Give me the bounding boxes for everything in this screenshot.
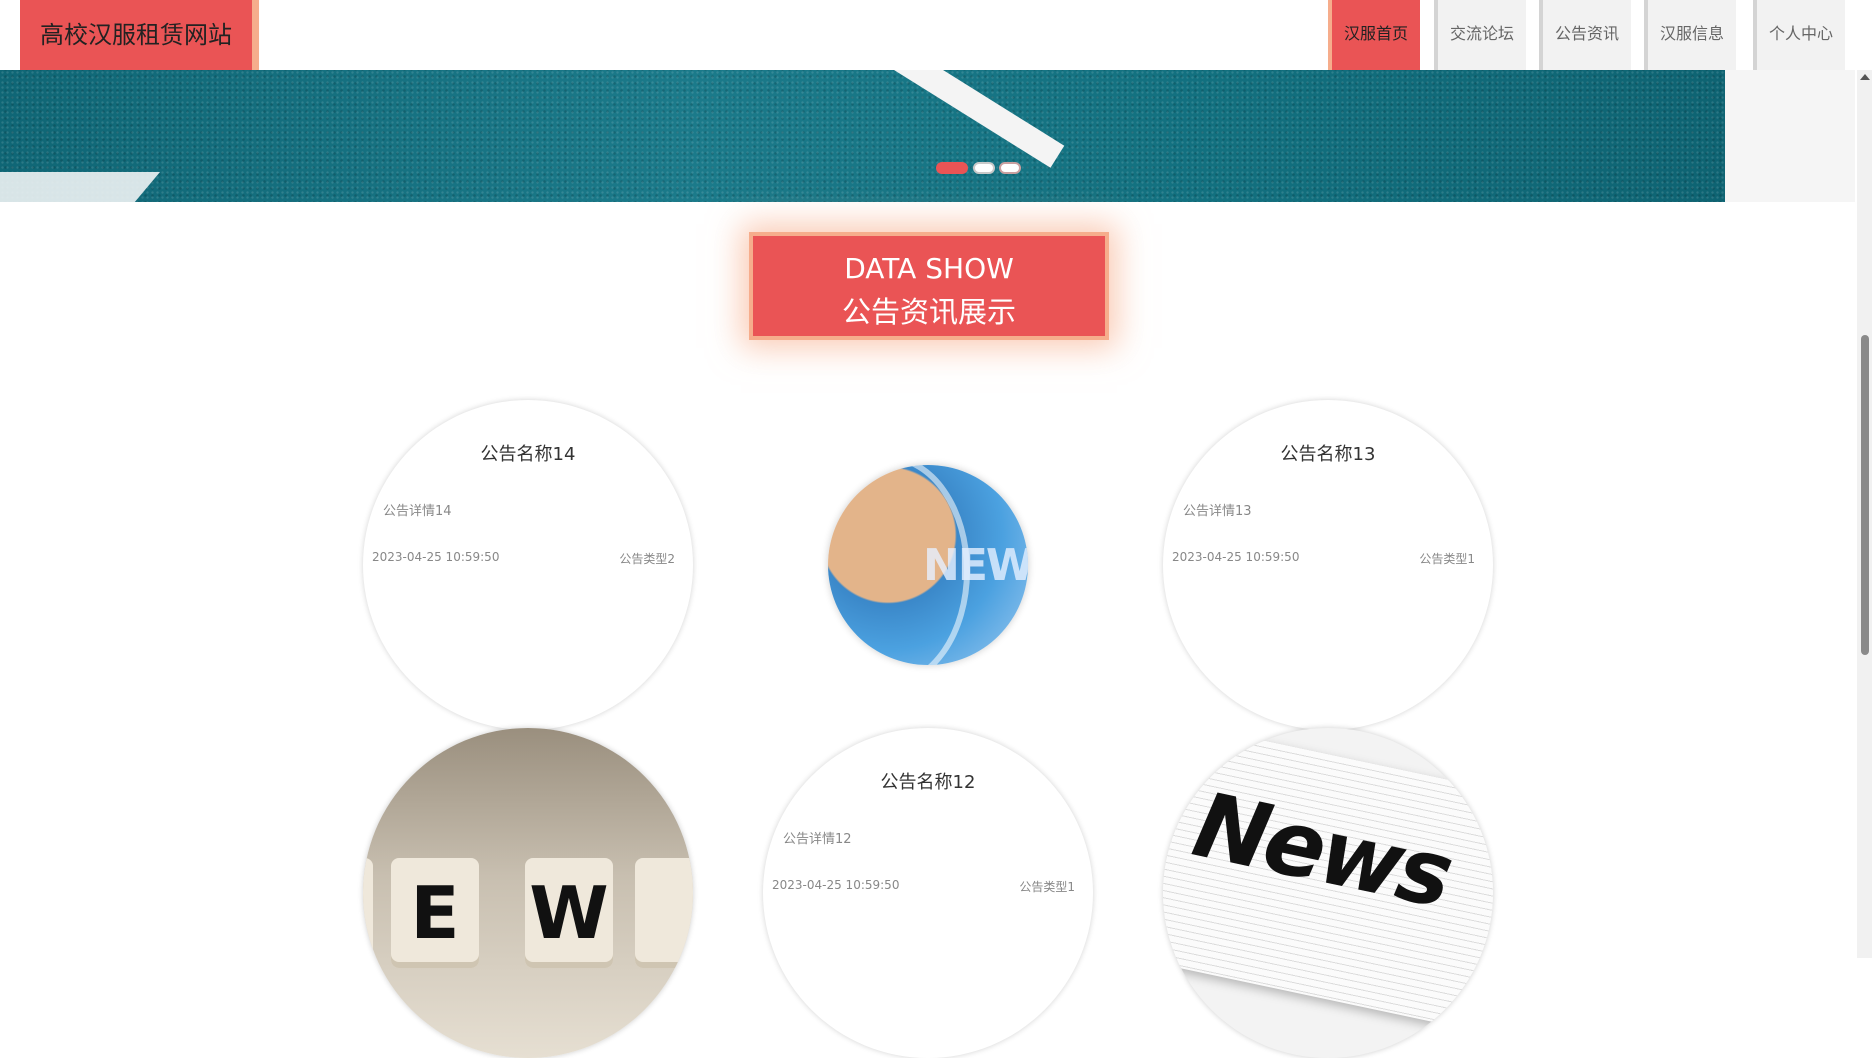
carousel-indicator-2[interactable]: [973, 162, 995, 174]
notice-title: 公告名称12: [880, 772, 976, 793]
notice-detail: 公告详情12: [783, 832, 852, 847]
notice-card[interactable]: 公告名称12 公告详情12 2023-04-25 10:59:50 公告类型1: [763, 728, 1093, 1058]
notice-image-newspaper[interactable]: News: [1163, 728, 1493, 1058]
globe-word: NEW: [923, 540, 1028, 591]
carousel-indicator-3[interactable]: [999, 162, 1021, 174]
notice-type: 公告类型1: [1019, 880, 1075, 894]
banner-side-strip: [1725, 70, 1855, 202]
notice-date: 2023-04-25 10:59:50: [772, 878, 900, 892]
site-title[interactable]: 高校汉服租赁网站: [20, 0, 252, 70]
section-title: DATA SHOW 公告资讯展示: [749, 232, 1109, 340]
nav-forum[interactable]: 交流论坛: [1434, 0, 1526, 70]
cube-letter-w: W: [525, 858, 613, 968]
nav-hanfu-info[interactable]: 汉服信息: [1644, 0, 1736, 70]
cube-edge: [635, 858, 693, 968]
nav-personal-center[interactable]: 个人中心: [1753, 0, 1845, 70]
notice-card[interactable]: 公告名称14 公告详情14 2023-04-25 10:59:50 公告类型2: [363, 400, 693, 730]
cube-letter-e: E: [391, 858, 479, 968]
notice-title: 公告名称13: [1280, 444, 1376, 465]
scroll-thumb[interactable]: [1861, 335, 1869, 655]
cube-edge: [363, 858, 373, 968]
notice-card[interactable]: 公告名称13 公告详情13 2023-04-25 10:59:50 公告类型1: [1163, 400, 1493, 730]
notice-date: 2023-04-25 10:59:50: [1172, 550, 1300, 564]
notice-type: 公告类型1: [1419, 552, 1475, 566]
nav-news[interactable]: 公告资讯: [1539, 0, 1631, 70]
notice-image-globe[interactable]: NEW: [828, 465, 1028, 665]
notice-detail: 公告详情13: [1183, 504, 1252, 519]
nav-home[interactable]: 汉服首页: [1328, 0, 1420, 70]
notice-image-cubes[interactable]: E W: [363, 728, 693, 1058]
section-title-cn: 公告资讯展示: [841, 295, 1016, 329]
banner-carousel: [0, 70, 1725, 202]
carousel-indicator-1[interactable]: [936, 162, 968, 174]
header: 高校汉服租赁网站 汉服首页 交流论坛 公告资讯 汉服信息 个人中心: [0, 0, 1855, 70]
section-title-en: DATA SHOW: [844, 252, 1014, 285]
notice-date: 2023-04-25 10:59:50: [372, 550, 500, 564]
scroll-up-arrow-icon[interactable]: [1860, 74, 1870, 80]
banner-texture: [0, 70, 1725, 202]
notice-type: 公告类型2: [619, 552, 675, 566]
banner-corner: [0, 172, 160, 202]
notice-title: 公告名称14: [480, 444, 576, 465]
notice-detail: 公告详情14: [383, 504, 452, 519]
